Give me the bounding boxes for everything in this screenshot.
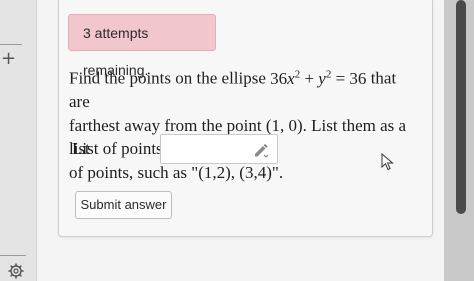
- plus-icon[interactable]: +: [1, 50, 16, 68]
- gear-icon[interactable]: [8, 263, 24, 279]
- answer-label: List of points:: [72, 139, 168, 158]
- left-toolbar: +: [0, 0, 37, 281]
- divider: [0, 44, 22, 45]
- scrollbar-thumb[interactable]: [456, 0, 466, 214]
- question-line-3: of points, such as "(1,2), (3,4)".: [69, 162, 284, 182]
- submit-answer-button[interactable]: Submit answer: [75, 191, 172, 219]
- question-text: Find the points on the ellipse 36x2 + y2…: [69, 63, 419, 184]
- mouse-cursor-icon: [381, 153, 394, 171]
- answer-input[interactable]: [160, 134, 278, 164]
- pencil-icon[interactable]: [253, 142, 269, 158]
- equation: 36x2 + y2 = 36: [270, 68, 367, 88]
- divider: [0, 255, 26, 256]
- attempts-remaining-alert: 3 attempts remaining.: [68, 14, 216, 78]
- question-line-1: Find the points on the ellipse: [69, 68, 271, 88]
